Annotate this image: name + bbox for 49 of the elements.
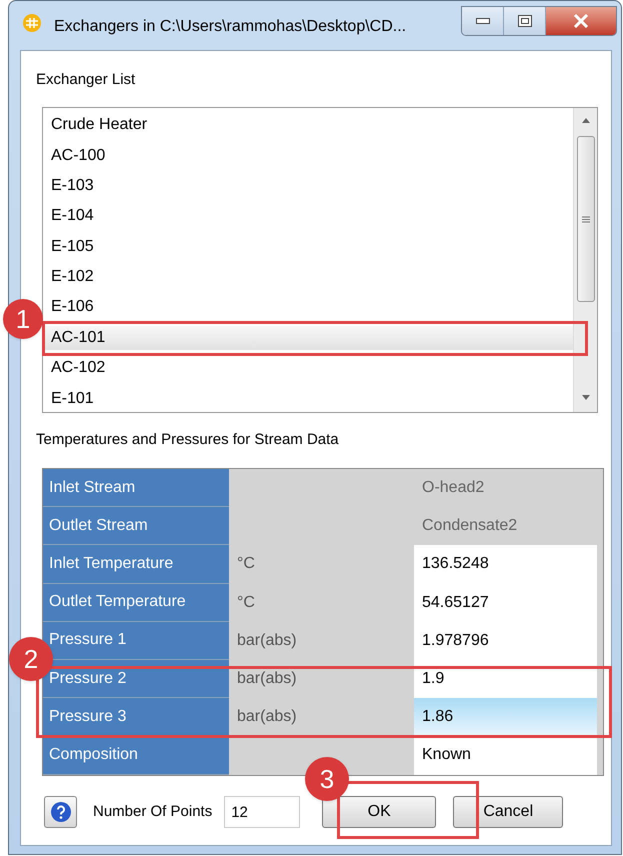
unit-cell-text: °C: [237, 554, 255, 574]
unit-cell-text: bar(abs): [237, 669, 297, 690]
list-item[interactable]: E-102: [45, 265, 573, 290]
scroll-down-icon: [582, 395, 590, 400]
window-title: Exchangers in C:\Users\rammohas\Desktop\CD...: [54, 17, 406, 37]
section-label: Exchanger List: [36, 70, 136, 90]
value-cell[interactable]: 1.978796: [414, 622, 597, 660]
help-icon: [50, 801, 72, 823]
cancel-button[interactable]: Cancel: [453, 796, 564, 828]
points-input-field[interactable]: 12: [224, 796, 300, 828]
list-item[interactable]: E-104: [45, 204, 573, 228]
row-header: Pressure 3: [43, 698, 229, 736]
list-item[interactable]: Crude Heater: [45, 113, 573, 138]
minimize-button[interactable]: [462, 7, 504, 35]
row-header: Outlet Stream: [43, 507, 229, 546]
row-header: Inlet Temperature: [43, 545, 229, 584]
value-cell[interactable]: 136.5248: [414, 545, 597, 584]
section-label: Temperatures and Pressures for Stream Data: [36, 430, 340, 450]
row-header: Composition: [43, 736, 229, 774]
scroll-thumb[interactable]: [577, 136, 595, 302]
value-cell[interactable]: Known: [414, 736, 597, 774]
unit-cell-text: bar(abs): [237, 630, 297, 651]
field-label: Number Of Points: [93, 802, 212, 822]
list-item[interactable]: E-103: [45, 174, 573, 198]
list-item[interactable]: AC-102: [45, 356, 573, 380]
list-item[interactable]: AC-101: [45, 326, 573, 350]
minimize-icon: [476, 18, 490, 24]
unit-cell-text: °C: [237, 592, 255, 613]
scroll-up-icon: [582, 118, 590, 123]
close-icon: [573, 14, 589, 28]
value-cell[interactable]: 1.9: [414, 660, 597, 698]
close-button[interactable]: [546, 7, 616, 35]
maximize-icon: [518, 15, 532, 27]
list-item[interactable]: E-101: [45, 386, 573, 411]
unit-cell-text: bar(abs): [237, 707, 297, 728]
list-item[interactable]: AC-100: [45, 144, 573, 168]
list-item[interactable]: E-106: [45, 295, 573, 320]
ok-button[interactable]: OK: [322, 796, 436, 828]
help-button[interactable]: [44, 796, 77, 828]
grip-icon: [582, 216, 590, 222]
maximize-button[interactable]: [504, 7, 546, 35]
row-header: Outlet Temperature: [43, 584, 229, 622]
app-icon: [22, 13, 42, 33]
scrollbar[interactable]: [573, 108, 597, 412]
list-item[interactable]: E-105: [45, 234, 573, 259]
row-header: Inlet Stream: [43, 469, 229, 508]
value-cell[interactable]: 54.65127: [414, 584, 597, 622]
value-cell[interactable]: 1.86: [414, 698, 597, 736]
step-number: 1: [3, 299, 43, 339]
